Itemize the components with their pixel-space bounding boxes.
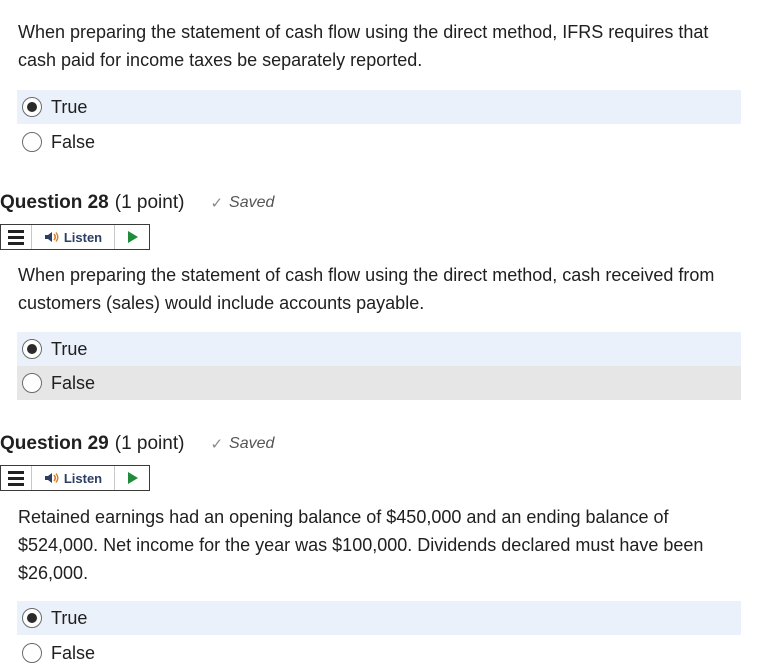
q28-option-false[interactable]: False	[17, 366, 741, 400]
saved-label: Saved	[229, 435, 275, 452]
listen-label: Listen	[63, 229, 103, 245]
play-icon	[127, 231, 138, 243]
saved-status: ✓ Saved	[210, 194, 274, 212]
listen-label: Listen	[63, 470, 103, 486]
question-title: Question 28	[0, 192, 109, 213]
option-label: True	[51, 96, 88, 117]
radio-selected-icon[interactable]	[22, 608, 42, 628]
option-label: False	[51, 131, 96, 152]
radio-empty-icon[interactable]	[22, 643, 42, 663]
listen-button[interactable]: Listen	[32, 466, 115, 490]
radio-empty-icon[interactable]	[22, 132, 42, 152]
question-28-prompt: When preparing the statement of cash flo…	[18, 265, 715, 313]
listen-toolbar: Listen	[0, 465, 150, 491]
option-label: False	[51, 642, 96, 663]
question-points: (1 point)	[114, 433, 185, 454]
radio-empty-icon[interactable]	[22, 373, 42, 393]
listen-button[interactable]: Listen	[32, 225, 115, 249]
menu-icon[interactable]	[1, 466, 32, 490]
q28-option-true[interactable]: True	[17, 332, 741, 366]
play-button[interactable]	[115, 466, 149, 490]
radio-selected-icon[interactable]	[22, 97, 42, 117]
saved-label: Saved	[229, 194, 275, 211]
saved-status: ✓ Saved	[210, 435, 274, 453]
q27-option-true[interactable]: True	[17, 90, 741, 124]
question-29-header: Question 29 (1 point) ✓ Saved	[0, 433, 274, 455]
listen-toolbar: Listen	[0, 224, 150, 250]
radio-selected-icon[interactable]	[22, 339, 42, 359]
option-label: True	[51, 338, 88, 359]
menu-icon[interactable]	[1, 225, 32, 249]
q29-option-true[interactable]: True	[17, 601, 741, 635]
checkmark-icon: ✓	[210, 436, 224, 453]
question-27-prompt: When preparing the statement of cash flo…	[18, 22, 709, 70]
question-29-prompt: Retained earnings had an opening balance…	[18, 507, 704, 583]
play-icon	[127, 472, 138, 484]
speaker-icon	[44, 231, 60, 243]
q29-option-false[interactable]: False	[17, 636, 741, 670]
checkmark-icon: ✓	[210, 195, 224, 212]
question-points: (1 point)	[114, 192, 185, 213]
option-label: False	[51, 372, 96, 393]
question-title: Question 29	[0, 433, 109, 454]
play-button[interactable]	[115, 225, 149, 249]
q27-option-false[interactable]: False	[17, 125, 741, 159]
option-label: True	[51, 607, 88, 628]
speaker-icon	[44, 472, 60, 484]
question-28-header: Question 28 (1 point) ✓ Saved	[0, 192, 274, 214]
